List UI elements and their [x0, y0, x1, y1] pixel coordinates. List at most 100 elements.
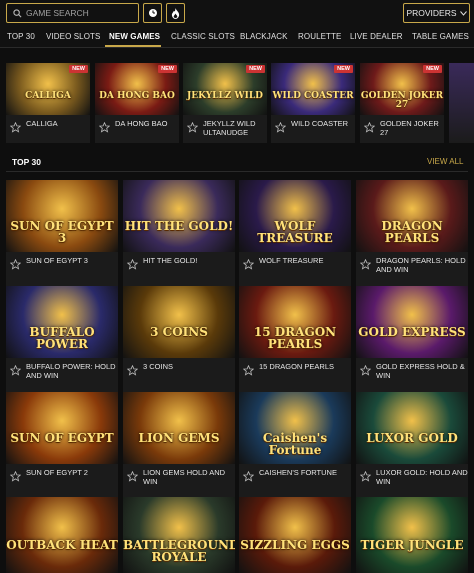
game-tile[interactable]: SUN OF EGYPT SUN OF EGYPT 2	[6, 392, 118, 498]
game-logo-text: WILD COASTER	[272, 91, 354, 101]
game-tile[interactable]: Caishen's Fortune CAISHEN'S FORTUNE	[239, 392, 351, 498]
game-tile[interactable]: DRAGON PEARLS DRAGON PEARLS: HOLD AND WIN	[356, 180, 468, 286]
favorite-star-icon[interactable]	[242, 257, 255, 270]
search-input[interactable]	[26, 8, 126, 18]
game-thumbnail[interactable]: BATTLEGROUND ROYALE	[123, 497, 235, 573]
game-tile[interactable]: TIGER JUNGLE	[356, 497, 468, 573]
tab-table-games[interactable]: TABLE GAMES	[412, 32, 469, 41]
game-tile[interactable]: SIZZLING EGGS	[239, 497, 351, 573]
favorite-star-icon[interactable]	[9, 257, 22, 270]
game-thumbnail[interactable]: TIGER JUNGLE	[356, 497, 468, 573]
game-tile[interactable]: BATTLEGROUND ROYALE	[123, 497, 235, 573]
favorite-star-icon[interactable]	[9, 469, 22, 482]
game-thumbnail[interactable]: 3 COINS	[123, 286, 235, 358]
game-logo-text: SUN OF EGYPT 3	[10, 219, 114, 245]
view-all-link[interactable]: VIEW ALL	[427, 157, 463, 166]
game-tile[interactable]: WILD COASTER NEW WILD COASTER	[271, 63, 355, 143]
providers-dropdown[interactable]: PROVIDERS	[403, 3, 470, 23]
game-thumbnail[interactable]: OUTBACK HEAT	[6, 497, 118, 573]
game-caption: HIT THE GOLD!	[123, 256, 235, 270]
game-tile[interactable]: OUTBACK HEAT	[6, 497, 118, 573]
game-thumbnail[interactable]: GOLDEN JOKER 27 NEW	[360, 63, 444, 115]
new-badge: NEW	[158, 65, 177, 73]
game-caption: CAISHEN'S FORTUNE	[239, 468, 351, 482]
game-thumbnail[interactable]: JEKYLLZ WILD NEW	[183, 63, 267, 115]
game-thumbnail[interactable]: DA HONG BAO NEW	[95, 63, 179, 115]
favorite-star-icon[interactable]	[363, 120, 376, 133]
game-caption: GOLDEN JOKER 27	[360, 119, 444, 137]
game-tile[interactable]: HIT THE GOLD! HIT THE GOLD!	[123, 180, 235, 286]
top-bar: PROVIDERS	[0, 0, 474, 27]
flame-icon	[171, 7, 180, 19]
tab-roulette[interactable]: ROULETTE	[298, 32, 341, 41]
game-caption: 15 DRAGON PEARLS	[239, 362, 351, 376]
game-thumbnail[interactable]: LUXOR GOLD	[356, 392, 468, 464]
game-tile[interactable]: GOLDEN JOKER 27 NEW GOLDEN JOKER 27	[360, 63, 444, 143]
game-name: DA HONG BAO	[115, 119, 168, 128]
tab-new-games[interactable]: NEW GAMES	[109, 32, 160, 41]
game-name: HIT THE GOLD!	[143, 256, 198, 265]
game-logo-text: BUFFALO POWER	[29, 325, 95, 351]
recent-games-button[interactable]	[143, 3, 162, 23]
new-badge: NEW	[334, 65, 353, 73]
game-tile[interactable]: 15 DRAGON PEARLS 15 DRAGON PEARLS	[239, 286, 351, 392]
game-thumbnail[interactable]: DRAGON PEARLS	[356, 180, 468, 252]
search-box[interactable]	[6, 3, 139, 23]
favorite-star-icon[interactable]	[9, 363, 22, 376]
game-logo-text: Caishen's Fortune	[262, 431, 328, 457]
game-tile[interactable]: WOLF TREASURE WOLF TREASURE	[239, 180, 351, 286]
game-thumbnail[interactable]: WILD COASTER NEW	[271, 63, 355, 115]
favorite-star-icon[interactable]	[126, 469, 139, 482]
game-thumbnail[interactable]: 15 DRAGON PEARLS	[239, 286, 351, 358]
game-logo-text: 3 COINS	[150, 325, 208, 339]
game-logo-text: SIZZLING EGGS	[240, 538, 350, 552]
game-logo-text: BATTLEGROUND ROYALE	[123, 538, 235, 564]
game-tile-partial[interactable]	[449, 63, 474, 143]
game-thumbnail[interactable]: GOLD EXPRESS	[356, 286, 468, 358]
game-thumbnail[interactable]: Caishen's Fortune	[239, 392, 351, 464]
game-tile[interactable]: JEKYLLZ WILD NEW JEKYLLZ WILD ULTANUDGE	[183, 63, 267, 143]
tab-video-slots[interactable]: VIDEO SLOTS	[46, 32, 100, 41]
game-name: GOLDEN JOKER 27	[380, 119, 439, 137]
game-tile[interactable]: BUFFALO POWER BUFFALO POWER: HOLD AND WIN	[6, 286, 118, 392]
tab-live-dealer[interactable]: LIVE DEALER	[350, 32, 403, 41]
tab-classic-slots[interactable]: CLASSIC SLOTS	[171, 32, 235, 41]
favorite-star-icon[interactable]	[98, 120, 111, 133]
game-thumbnail[interactable]: HIT THE GOLD!	[123, 180, 235, 252]
tab-top-30[interactable]: TOP 30	[7, 32, 35, 41]
game-thumbnail[interactable]: SUN OF EGYPT	[6, 392, 118, 464]
providers-label: PROVIDERS	[406, 8, 457, 18]
game-caption: JEKYLLZ WILD ULTANUDGE	[183, 119, 267, 137]
game-tile[interactable]: 3 COINS 3 COINS	[123, 286, 235, 392]
game-thumbnail[interactable]: WOLF TREASURE	[239, 180, 351, 252]
game-tile[interactable]: CALLIGA NEW CALLIGA	[6, 63, 90, 143]
new-badge: NEW	[69, 65, 88, 73]
favorite-star-icon[interactable]	[186, 120, 199, 133]
game-thumbnail[interactable]: SIZZLING EGGS	[239, 497, 351, 573]
game-tile[interactable]: DA HONG BAO NEW DA HONG BAO	[95, 63, 179, 143]
hot-games-button[interactable]	[166, 3, 185, 23]
favorite-star-icon[interactable]	[274, 120, 287, 133]
favorite-star-icon[interactable]	[359, 363, 372, 376]
game-tile[interactable]: LION GEMS LION GEMS HOLD AND WIN	[123, 392, 235, 498]
favorite-star-icon[interactable]	[126, 363, 139, 376]
favorite-star-icon[interactable]	[242, 469, 255, 482]
game-tile[interactable]: GOLD EXPRESS GOLD EXPRESS HOLD & WIN	[356, 286, 468, 392]
game-name: LUXOR GOLD: HOLD AND WIN	[376, 468, 468, 486]
game-name: 3 COINS	[143, 362, 174, 371]
favorite-star-icon[interactable]	[9, 120, 22, 133]
game-thumbnail[interactable]: CALLIGA NEW	[6, 63, 90, 115]
game-tile[interactable]: SUN OF EGYPT 3 SUN OF EGYPT 3	[6, 180, 118, 286]
favorite-star-icon[interactable]	[242, 363, 255, 376]
game-thumbnail[interactable]: SUN OF EGYPT 3	[6, 180, 118, 252]
tab-blackjack[interactable]: BLACKJACK	[240, 32, 288, 41]
game-thumbnail[interactable]: LION GEMS	[123, 392, 235, 464]
game-thumbnail[interactable]: BUFFALO POWER	[6, 286, 118, 358]
game-name: GOLD EXPRESS HOLD & WIN	[376, 362, 465, 380]
favorite-star-icon[interactable]	[126, 257, 139, 270]
game-tile[interactable]: LUXOR GOLD LUXOR GOLD: HOLD AND WIN	[356, 392, 468, 498]
favorite-star-icon[interactable]	[359, 257, 372, 270]
section-divider	[6, 171, 468, 172]
favorite-star-icon[interactable]	[359, 469, 372, 482]
new-badge: NEW	[246, 65, 265, 73]
